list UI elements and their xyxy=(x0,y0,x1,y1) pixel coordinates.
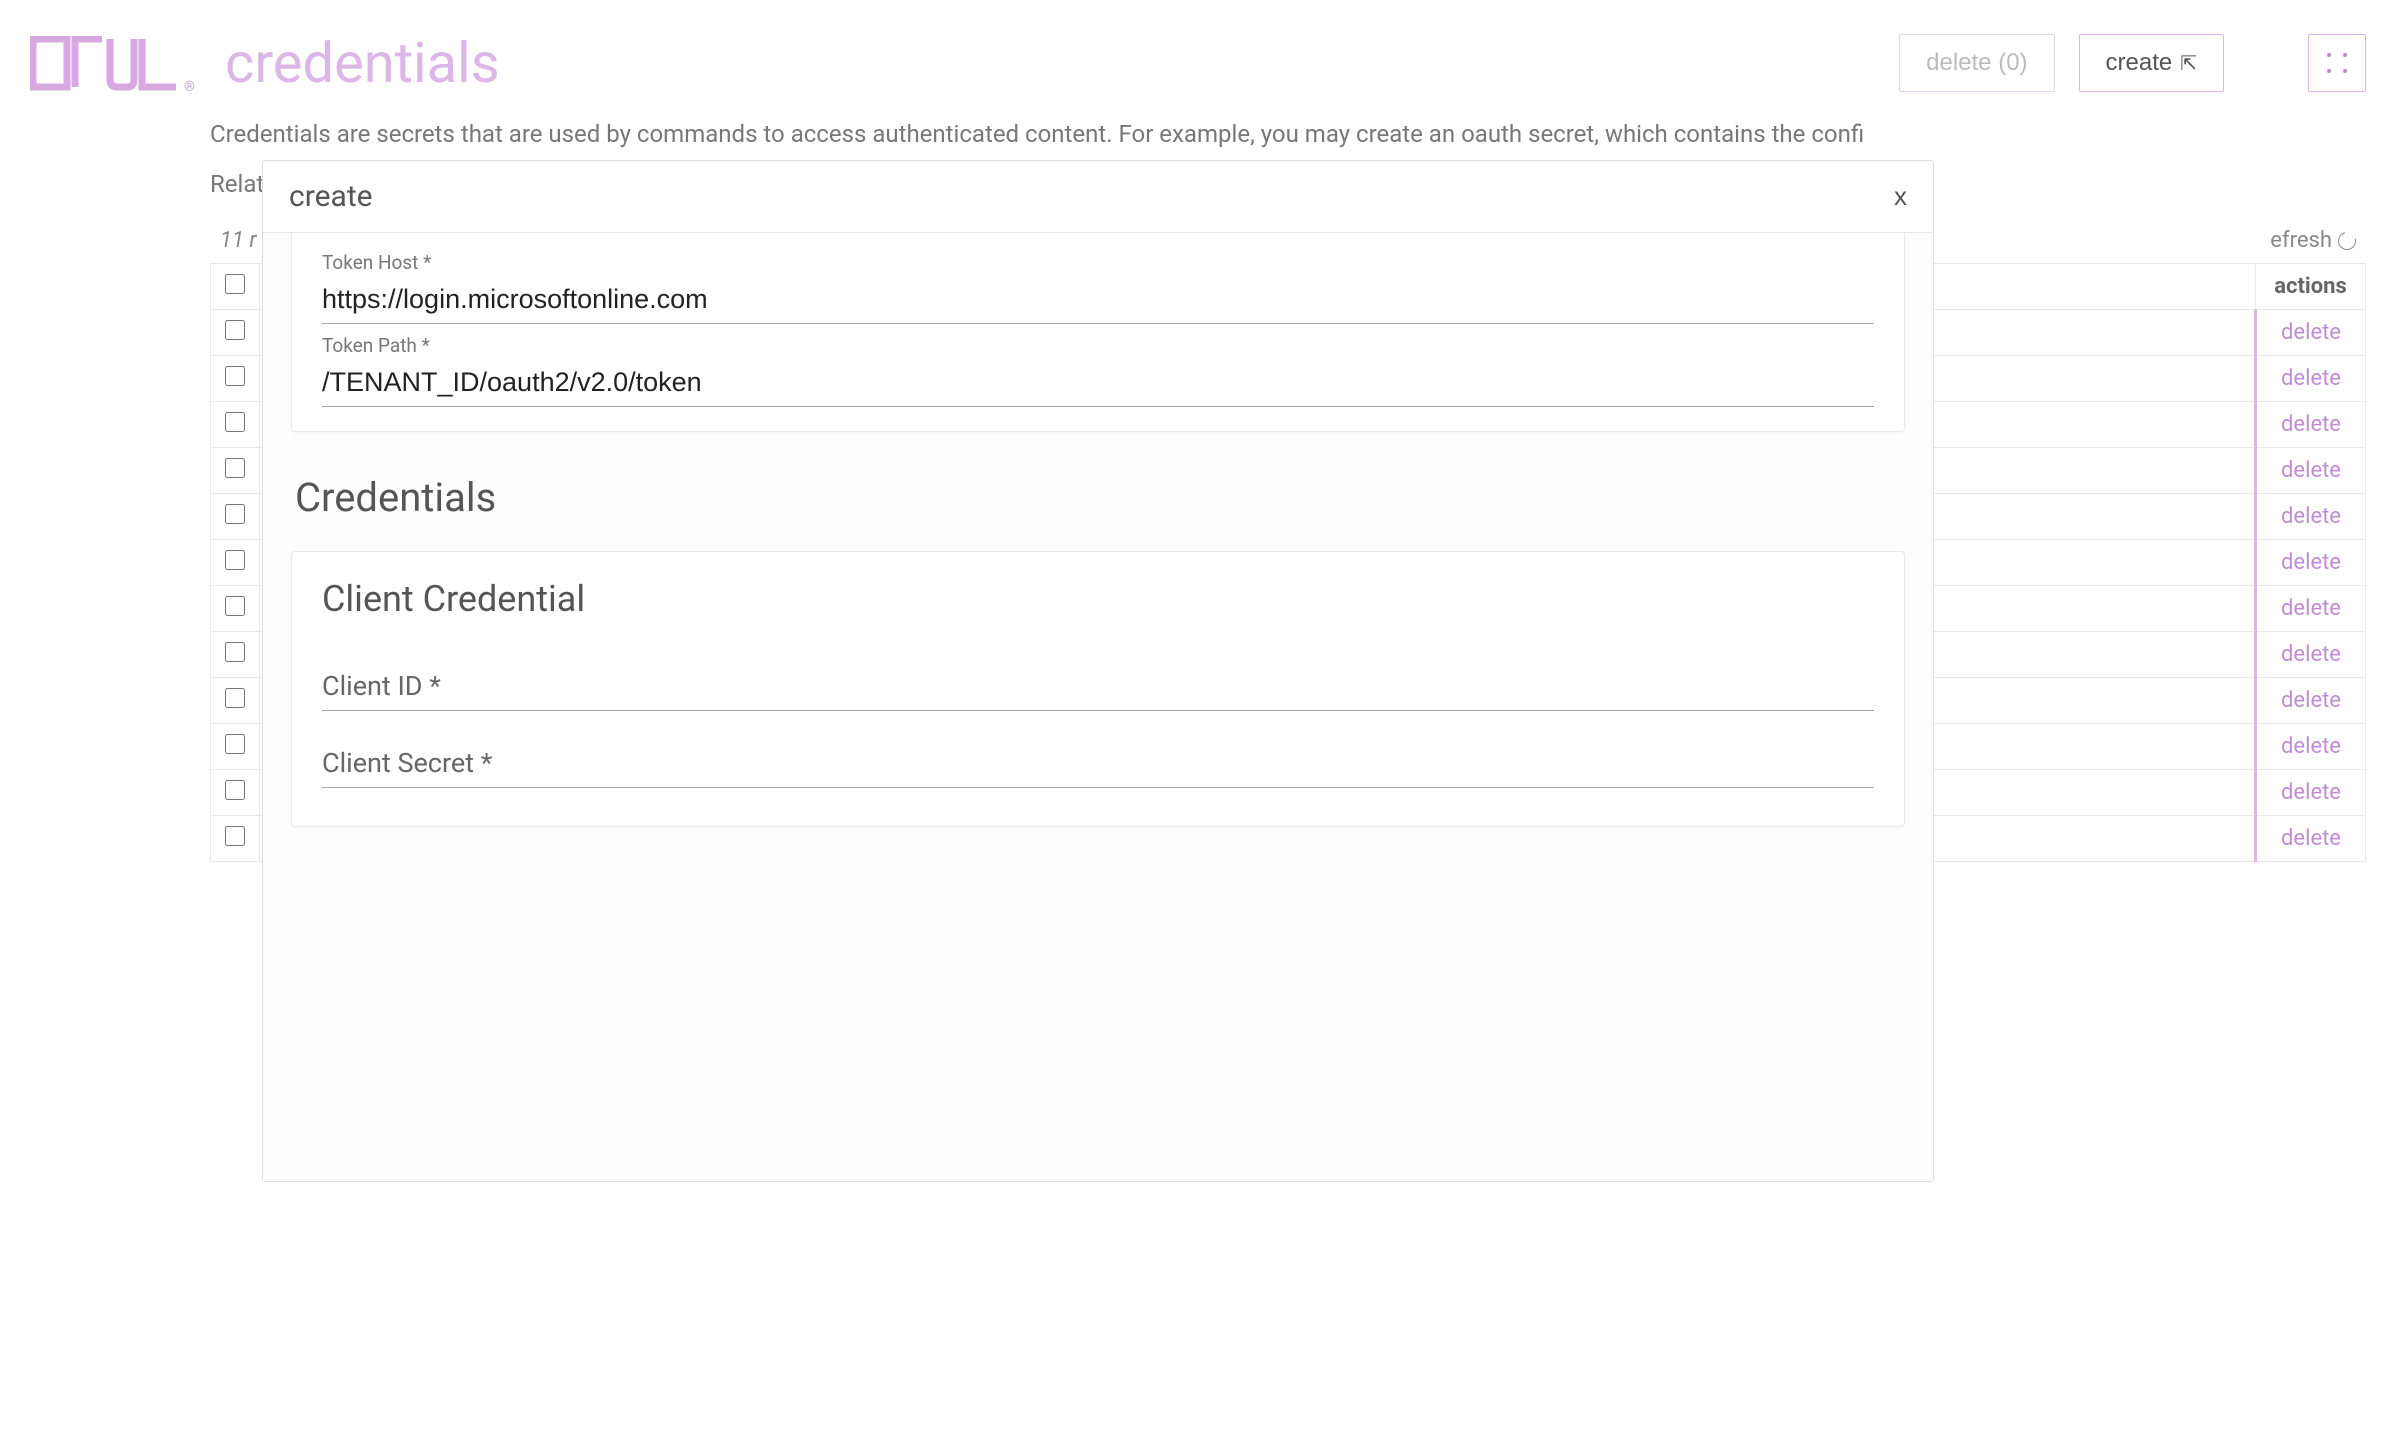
row-checkbox-cell xyxy=(211,724,260,770)
row-delete-action[interactable]: delete xyxy=(2256,770,2366,816)
refresh-label: efresh xyxy=(2270,228,2332,253)
modal-title: create xyxy=(289,179,373,214)
client-id-input[interactable] xyxy=(441,671,1874,702)
client-credential-card: Client Credential Client ID * Client Sec… xyxy=(291,551,1905,827)
refresh-button[interactable]: efresh xyxy=(2270,228,2356,253)
row-checkbox[interactable] xyxy=(225,458,245,478)
row-delete-action[interactable]: delete xyxy=(2256,356,2366,402)
token-host-input[interactable] xyxy=(322,278,1874,324)
row-delete-action[interactable]: delete xyxy=(2256,632,2366,678)
expand-button[interactable] xyxy=(2308,34,2366,92)
row-delete-action[interactable]: delete xyxy=(2256,816,2366,862)
row-checkbox-cell xyxy=(211,678,260,724)
row-checkbox-cell xyxy=(211,310,260,356)
client-secret-input[interactable] xyxy=(492,748,1874,779)
refresh-icon xyxy=(2335,228,2360,253)
row-count: 11 r xyxy=(220,228,257,253)
token-path-label: Token Path * xyxy=(322,334,1874,357)
modal-close-button[interactable]: x xyxy=(1894,181,1907,212)
client-credential-title: Client Credential xyxy=(322,578,1874,620)
row-delete-action[interactable]: delete xyxy=(2256,586,2366,632)
row-delete-action[interactable]: delete xyxy=(2256,402,2366,448)
row-checkbox-cell xyxy=(211,402,260,448)
token-card: Token Host * Token Path * xyxy=(291,233,1905,432)
row-delete-action[interactable]: delete xyxy=(2256,678,2366,724)
row-checkbox[interactable] xyxy=(225,642,245,662)
select-all-header xyxy=(211,264,260,310)
page-description: Credentials are secrets that are used by… xyxy=(210,116,1950,152)
expand-icon xyxy=(2326,52,2348,74)
row-checkbox-cell xyxy=(211,770,260,816)
row-checkbox[interactable] xyxy=(225,596,245,616)
row-checkbox[interactable] xyxy=(225,412,245,432)
row-delete-action[interactable]: delete xyxy=(2256,724,2366,770)
row-delete-action[interactable]: delete xyxy=(2256,448,2366,494)
row-checkbox-cell xyxy=(211,816,260,862)
row-checkbox-cell xyxy=(211,494,260,540)
token-path-input[interactable] xyxy=(322,361,1874,407)
create-modal: create x Token Host * Token Path * Crede… xyxy=(262,160,1934,1182)
row-checkbox[interactable] xyxy=(225,734,245,754)
create-button[interactable]: create ⇱ xyxy=(2079,34,2224,92)
row-checkbox[interactable] xyxy=(225,688,245,708)
client-id-label: Client ID * xyxy=(322,670,441,702)
brand-registered: ® xyxy=(184,79,195,95)
row-checkbox[interactable] xyxy=(225,366,245,386)
row-checkbox[interactable] xyxy=(225,550,245,570)
row-checkbox[interactable] xyxy=(225,320,245,340)
row-checkbox-cell xyxy=(211,356,260,402)
crul-logo-icon xyxy=(30,36,180,91)
row-checkbox-cell xyxy=(211,632,260,678)
credentials-section-title: Credentials xyxy=(295,474,1905,521)
row-delete-action[interactable]: delete xyxy=(2256,540,2366,586)
row-checkbox-cell xyxy=(211,448,260,494)
delete-button[interactable]: delete (0) xyxy=(1899,34,2054,92)
row-checkbox-cell xyxy=(211,540,260,586)
actions-header: actions xyxy=(2256,264,2366,310)
client-secret-label: Client Secret * xyxy=(322,747,492,779)
row-checkbox-cell xyxy=(211,586,260,632)
row-checkbox[interactable] xyxy=(225,826,245,846)
row-delete-action[interactable]: delete xyxy=(2256,494,2366,540)
select-all-checkbox[interactable] xyxy=(225,274,245,294)
modal-body[interactable]: Token Host * Token Path * Credentials Cl… xyxy=(263,233,1933,1181)
row-checkbox[interactable] xyxy=(225,780,245,800)
token-host-label: Token Host * xyxy=(322,251,1874,274)
create-button-label: create xyxy=(2106,49,2173,77)
page-title: credentials xyxy=(225,30,1899,96)
row-checkbox[interactable] xyxy=(225,504,245,524)
row-delete-action[interactable]: delete xyxy=(2256,310,2366,356)
arrow-nw-icon: ⇱ xyxy=(2180,51,2197,76)
brand-logo: ® xyxy=(30,36,195,91)
